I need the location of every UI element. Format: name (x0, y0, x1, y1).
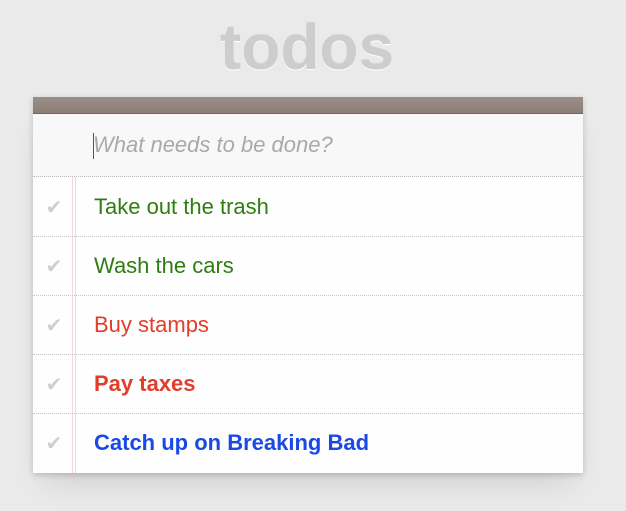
todo-item: ✔ Wash the cars (33, 237, 583, 296)
new-todo-row (33, 114, 583, 177)
check-mark-icon[interactable]: ✔ (41, 194, 67, 220)
todo-label[interactable]: Catch up on Breaking Bad (94, 430, 369, 456)
todo-list: ✔ Take out the trash ✔ Wash the cars ✔ B… (33, 178, 583, 473)
todo-item: ✔ Catch up on Breaking Bad (33, 414, 583, 473)
todo-label[interactable]: Buy stamps (94, 312, 209, 338)
todo-label[interactable]: Pay taxes (94, 371, 196, 397)
new-todo-input[interactable] (93, 126, 563, 164)
todo-item: ✔ Take out the trash (33, 178, 583, 237)
check-mark-icon[interactable]: ✔ (41, 430, 67, 456)
todo-label[interactable]: Take out the trash (94, 194, 269, 220)
text-caret (93, 133, 94, 159)
check-mark-icon[interactable]: ✔ (41, 312, 67, 338)
todo-item: ✔ Pay taxes (33, 355, 583, 414)
check-mark-icon[interactable]: ✔ (41, 371, 67, 397)
todo-label[interactable]: Wash the cars (94, 253, 234, 279)
check-mark-icon[interactable]: ✔ (41, 253, 67, 279)
todo-app: ✔ Take out the trash ✔ Wash the cars ✔ B… (33, 97, 583, 473)
app-title: todos (219, 11, 395, 83)
app-topbar (33, 97, 583, 114)
todo-item: ✔ Buy stamps (33, 296, 583, 355)
